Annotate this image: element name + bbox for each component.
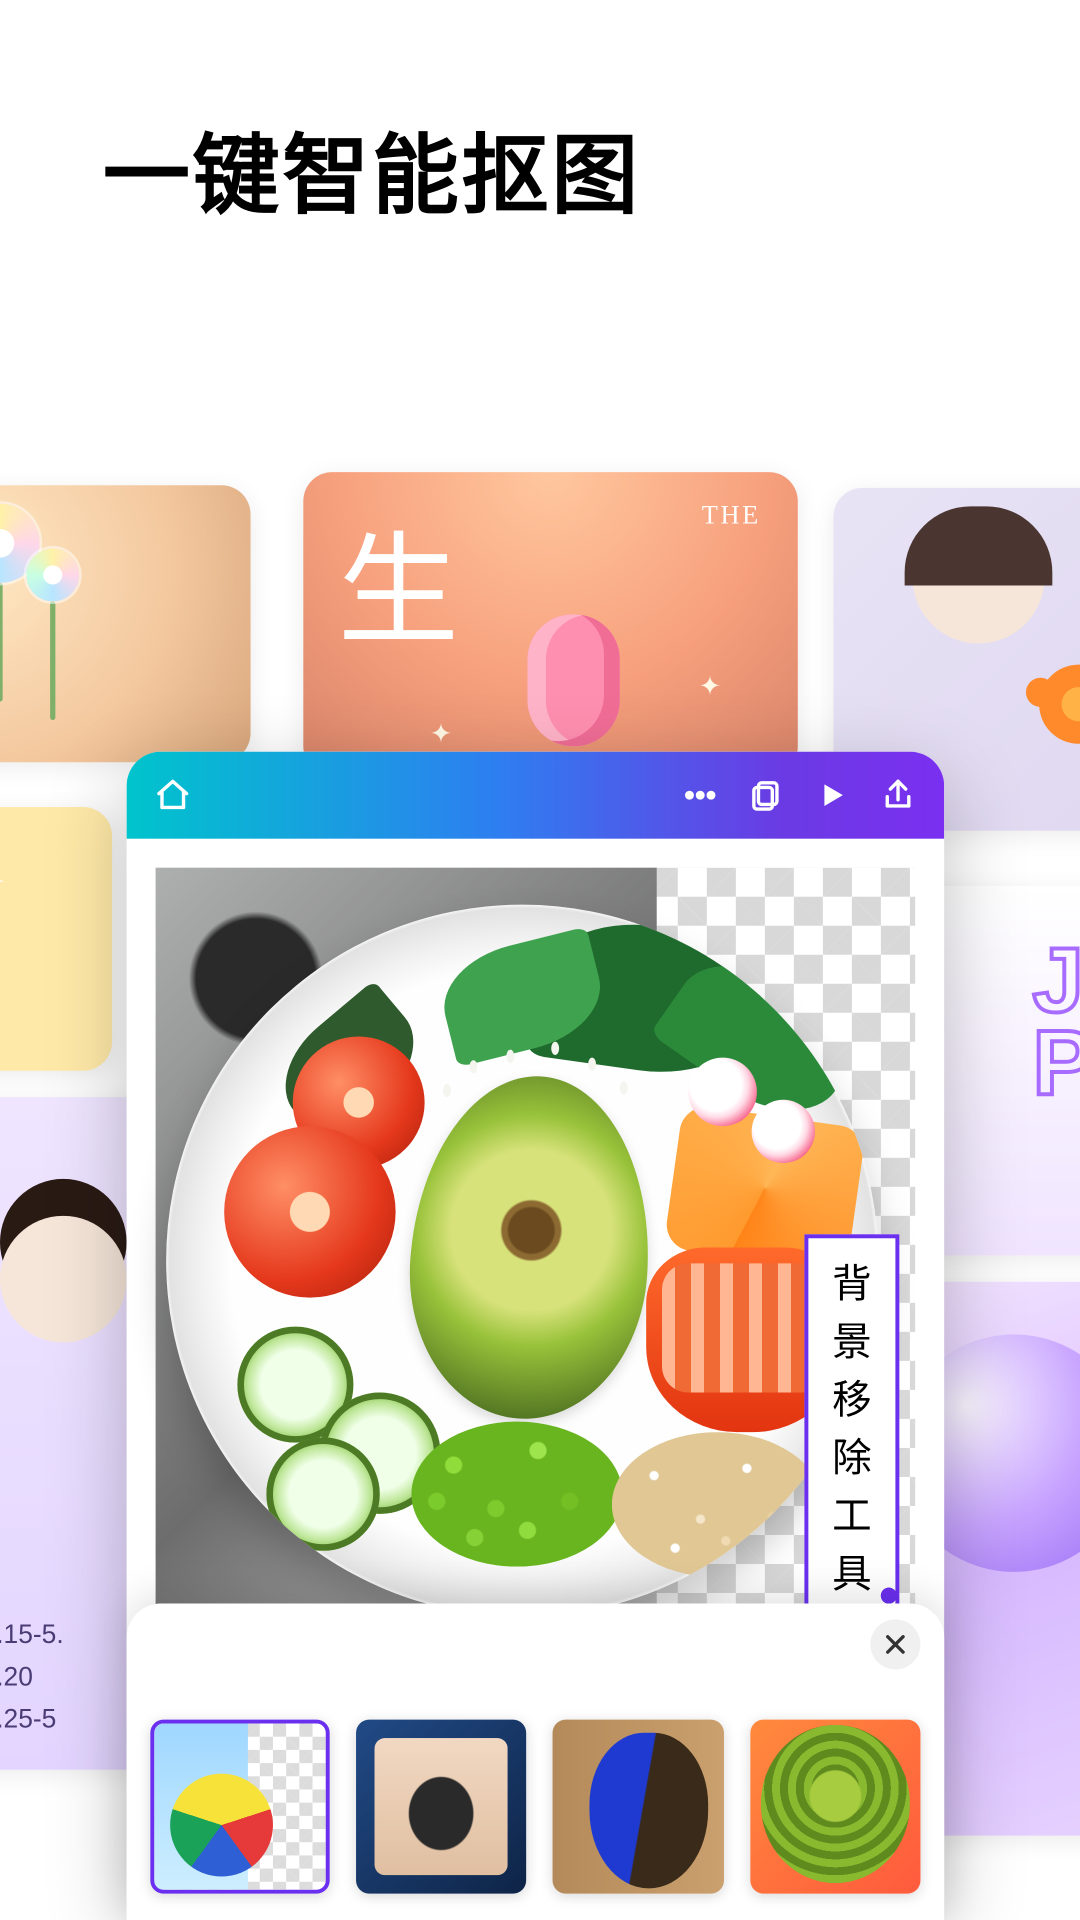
orange-flower-icon: [1039, 665, 1080, 744]
selection-handle-icon[interactable]: [881, 1588, 897, 1604]
template-card-tulip: 生 THE ✦ ✦: [303, 472, 798, 775]
tulip-icon: [501, 575, 646, 746]
close-button[interactable]: [870, 1619, 920, 1669]
flower-label-the: THE: [702, 501, 761, 531]
hair-icon: [760, 1725, 910, 1883]
template-card-doodle: 〰〰 ✿ ✦: [0, 807, 112, 1071]
editor-canvas[interactable]: 背景移除工具: [156, 868, 916, 1606]
cutout-subject[interactable]: [166, 905, 878, 1617]
person-illustration: [0, 1216, 127, 1343]
template-card-flowers: [0, 485, 251, 762]
share-icon[interactable]: [878, 775, 918, 815]
layers-icon[interactable]: [746, 775, 786, 815]
effect-thumb-camera[interactable]: [355, 1720, 526, 1894]
sale-dates: 5.15-5. 5.20 5.25-5: [0, 1614, 64, 1741]
glass-flower-icon: [26, 549, 79, 602]
camera-icon: [374, 1738, 508, 1875]
editor-toolbar: [127, 752, 945, 839]
effect-thumb-duotone[interactable]: [553, 1720, 724, 1894]
play-icon[interactable]: [812, 775, 852, 815]
bg-remove-tool-label[interactable]: 背景移除工具: [804, 1234, 899, 1616]
page-title: 一键智能抠图: [103, 105, 641, 232]
beach-ball-icon: [170, 1774, 273, 1877]
more-icon[interactable]: [680, 775, 720, 815]
cjk-glyph: 生: [338, 493, 459, 668]
portrait-icon: [589, 1733, 708, 1889]
person-illustration: [913, 512, 1045, 644]
home-icon[interactable]: [153, 775, 193, 815]
effect-thumb-colorize[interactable]: [750, 1720, 921, 1894]
close-icon: [882, 1631, 908, 1657]
effects-panel: [127, 1604, 945, 1920]
effect-thumb-bg-remove[interactable]: [150, 1720, 329, 1894]
